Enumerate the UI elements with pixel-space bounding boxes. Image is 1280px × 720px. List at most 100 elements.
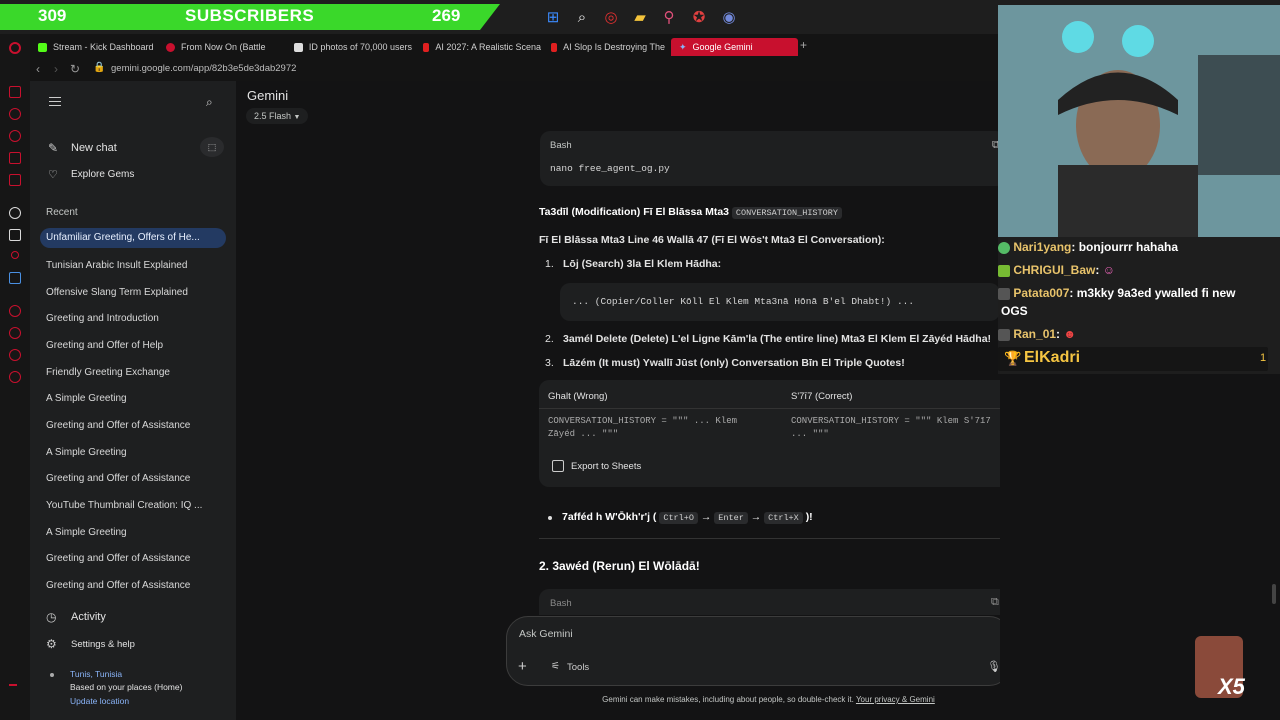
more-icon[interactable] bbox=[9, 684, 17, 686]
recent-chat-item[interactable]: Offensive Slang Term Explained bbox=[46, 287, 228, 298]
update-location-link[interactable]: Update location bbox=[70, 696, 129, 706]
recent-chat-item[interactable]: A Simple Greeting bbox=[46, 527, 228, 538]
recent-chat-item[interactable]: Friendly Greeting Exchange bbox=[46, 367, 228, 378]
tab-youtube-3[interactable]: AI Slop Is Destroying The bbox=[551, 38, 665, 56]
table-header: S'7ī7 (Correct) bbox=[791, 391, 853, 402]
folder-icon[interactable]: ▰ bbox=[630, 7, 650, 27]
search-icon[interactable]: ⌕ bbox=[206, 95, 213, 110]
activity-icon: ◷ bbox=[46, 610, 57, 624]
gear-icon: ⚙ bbox=[46, 637, 57, 651]
youtube-icon bbox=[423, 42, 430, 52]
messenger-icon[interactable] bbox=[9, 152, 21, 164]
reload-icon[interactable]: ↻ bbox=[70, 62, 80, 76]
subscriber-count-right: 269 bbox=[432, 6, 461, 25]
app-icon[interactable] bbox=[9, 272, 21, 284]
chat-text: OGS bbox=[1001, 304, 1028, 318]
new-chat-icon: ✎ bbox=[48, 141, 59, 155]
ai-icon[interactable] bbox=[9, 130, 21, 142]
recent-chat-item[interactable]: A Simple Greeting bbox=[46, 447, 228, 458]
opera-logo-icon[interactable] bbox=[9, 42, 21, 54]
paragraph: Fī El Blāssa Mta3 Line 46 Wallā 47 (Fī E… bbox=[539, 234, 885, 246]
clock-icon[interactable] bbox=[9, 327, 21, 339]
tab-youtube-2[interactable]: AI 2027: A Realistic Scena bbox=[423, 38, 541, 56]
recent-chat-item[interactable]: Greeting and Offer of Assistance bbox=[46, 420, 228, 431]
arrow-icon: → bbox=[700, 511, 712, 523]
inline-code: Ctrl+O bbox=[659, 512, 698, 524]
chat-username: Ran_01 bbox=[1013, 327, 1057, 341]
chat-username: Nari1yang bbox=[1013, 240, 1072, 254]
scrollbar[interactable] bbox=[1272, 584, 1276, 604]
privacy-link[interactable]: Your privacy & Gemini bbox=[856, 695, 935, 704]
record-icon[interactable] bbox=[11, 251, 19, 259]
chat-message: Ran_01: ☻ bbox=[998, 327, 1280, 341]
avatar bbox=[998, 264, 1010, 277]
activity-button[interactable]: Activity bbox=[71, 611, 106, 623]
export-sheets-button[interactable]: Export to Sheets bbox=[571, 461, 641, 472]
bullet-text: 7afféd h W'Ōkh'r'j ( bbox=[562, 511, 657, 523]
recent-chat-item[interactable]: Greeting and Introduction bbox=[46, 313, 228, 324]
settings-help-button[interactable]: Settings & help bbox=[71, 639, 135, 650]
kick-icon bbox=[38, 42, 47, 52]
streamer-silhouette bbox=[998, 5, 1280, 237]
settings-icon[interactable] bbox=[9, 371, 21, 383]
chat-text: : m3kky 9a3ed ywalled fi new bbox=[1069, 286, 1236, 300]
recent-chat-item[interactable]: YouTube Thumbnail Creation: IQ ... bbox=[46, 500, 228, 511]
inline-code: Enter bbox=[714, 512, 748, 524]
model-selector[interactable]: 2.5 Flash ▼ bbox=[246, 108, 309, 124]
table-cell: CONVERSATION_HISTORY = """ ... Klem Zāyé… bbox=[548, 416, 738, 439]
app-title: Gemini bbox=[247, 88, 289, 103]
prompt-box[interactable]: Ask Gemini + ⚟ Tools 🎙 bbox=[506, 616, 1011, 686]
copy-icon[interactable]: ⧉ bbox=[991, 596, 999, 609]
pin-icon[interactable]: ⚲ bbox=[659, 7, 679, 27]
url-field[interactable]: gemini.google.com/app/82b3e5de3dab2972 bbox=[111, 63, 296, 74]
recent-chat-item[interactable]: Tunisian Arabic Insult Explained bbox=[46, 260, 228, 271]
chat-message: Nari1yang: bonjourrr hahaha bbox=[998, 240, 1280, 254]
opera-sidebar bbox=[0, 34, 30, 720]
youtube-icon bbox=[166, 42, 175, 52]
tab-youtube-1[interactable]: From Now On (Battle bbox=[166, 38, 284, 56]
chat-text: : bbox=[1056, 327, 1061, 341]
tools-button[interactable]: Tools bbox=[567, 662, 589, 673]
tab-kick[interactable]: Stream - Kick Dashboard bbox=[38, 38, 163, 56]
add-icon[interactable]: + bbox=[518, 658, 527, 675]
youtube-icon bbox=[551, 42, 558, 52]
chat-text: : bbox=[1095, 263, 1100, 277]
recent-heading: Recent bbox=[46, 207, 78, 218]
app-icon[interactable]: ✪ bbox=[689, 7, 709, 27]
chat-icon[interactable] bbox=[9, 349, 21, 361]
aria-icon[interactable] bbox=[9, 207, 21, 219]
recent-chat-item[interactable]: Unfamiliar Greeting, Offers of He... bbox=[40, 228, 226, 248]
search-icon[interactable]: ⌕ bbox=[572, 7, 592, 27]
microphone-icon[interactable]: 🎙 bbox=[987, 660, 1001, 673]
inline-code: Ctrl+X bbox=[764, 512, 803, 524]
discord-icon[interactable]: ◉ bbox=[719, 7, 739, 27]
x-icon[interactable] bbox=[9, 229, 21, 241]
location-city: Tunis, Tunisia bbox=[70, 669, 123, 679]
windows-icon[interactable]: ⊞ bbox=[543, 7, 563, 27]
history-icon[interactable] bbox=[9, 108, 21, 120]
new-tab-icon[interactable]: + bbox=[800, 38, 807, 52]
recent-chat-item[interactable]: Greeting and Offer of Assistance bbox=[46, 473, 228, 484]
divider bbox=[539, 538, 1011, 539]
player-icon[interactable] bbox=[9, 305, 21, 317]
explore-gems-button[interactable]: Explore Gems bbox=[71, 169, 134, 180]
forward-icon[interactable]: › bbox=[54, 62, 58, 76]
tab-article[interactable]: ID photos of 70,000 users bbox=[294, 38, 412, 56]
caret-down-icon: ▼ bbox=[293, 114, 301, 121]
menu-icon[interactable] bbox=[49, 97, 61, 106]
back-icon[interactable]: ‹ bbox=[36, 62, 40, 76]
opera-icon[interactable]: ◎ bbox=[601, 7, 621, 27]
code-language: Bash bbox=[550, 598, 572, 609]
new-chat-button[interactable]: New chat bbox=[71, 142, 117, 154]
prompt-input[interactable]: Ask Gemini bbox=[519, 628, 573, 640]
recent-chat-item[interactable]: A Simple Greeting bbox=[46, 393, 228, 404]
recent-chat-item[interactable]: Greeting and Offer of Help bbox=[46, 340, 228, 351]
bookmarks-icon[interactable] bbox=[9, 174, 21, 186]
chat-message: Patata007: m3kky 9a3ed ywalled fi new bbox=[998, 286, 1280, 300]
tab-gemini[interactable]: ✦ Google Gemini bbox=[671, 38, 798, 56]
subscriber-label: SUBSCRIBERS bbox=[185, 6, 315, 25]
recent-chat-item[interactable]: Greeting and Offer of Assistance bbox=[46, 553, 228, 564]
recent-chat-item[interactable]: Greeting and Offer of Assistance bbox=[46, 580, 228, 591]
mail-icon[interactable] bbox=[9, 86, 21, 98]
temp-chat-icon[interactable]: ⬚ bbox=[200, 137, 224, 157]
